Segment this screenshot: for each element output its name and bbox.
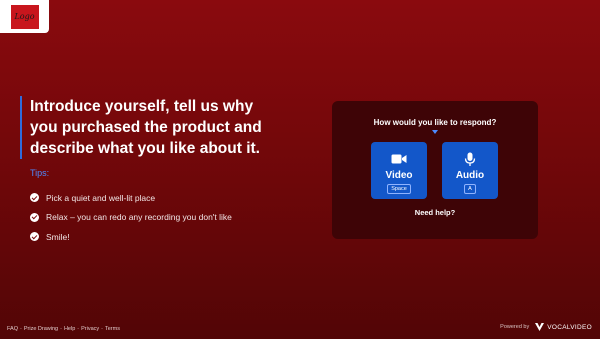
check-circle-icon xyxy=(30,212,39,222)
powered-by: Powered by VOCALVIDEO xyxy=(500,323,592,331)
microphone-icon xyxy=(464,152,476,166)
brand-name: VOCALVIDEO xyxy=(547,323,592,331)
tips-label: Tips: xyxy=(30,168,50,178)
tip-item: Smile! xyxy=(30,227,280,247)
footer-link-terms[interactable]: Terms xyxy=(105,326,120,332)
footer-separator: - xyxy=(77,326,80,332)
footer-links: FAQ - Prize Drawing - Help - Privacy - T… xyxy=(7,326,120,332)
tips-list: Pick a quiet and well-lit place Relax – … xyxy=(20,188,280,247)
brand-logo[interactable]: VOCALVIDEO xyxy=(535,323,592,331)
headline-block: Introduce yourself, tell us why you purc… xyxy=(20,96,280,159)
tip-text: Relax – you can redo any recording you d… xyxy=(46,212,232,223)
respond-question: How would you like to respond? xyxy=(373,118,497,127)
prompt-headline: Introduce yourself, tell us why you purc… xyxy=(30,98,262,157)
footer-link-privacy[interactable]: Privacy xyxy=(81,326,99,332)
footer-link-faq[interactable]: FAQ xyxy=(7,326,18,332)
caret-down-icon xyxy=(432,130,438,134)
respond-panel: How would you like to respond? Video Spa… xyxy=(332,101,538,239)
vocalvideo-logo-icon xyxy=(535,323,545,331)
video-option-label: Video xyxy=(385,170,413,181)
tip-text: Smile! xyxy=(46,231,70,242)
audio-shortcut-key: A xyxy=(464,184,476,194)
audio-option-button[interactable]: Audio A xyxy=(442,142,498,199)
logo[interactable]: Logo xyxy=(0,0,49,33)
logo-text: Logo xyxy=(10,4,39,29)
tip-item: Pick a quiet and well-lit place xyxy=(30,188,280,208)
need-help-link[interactable]: Need help? xyxy=(332,208,538,217)
check-circle-icon xyxy=(30,232,39,242)
footer-separator: - xyxy=(101,326,103,332)
video-option-button[interactable]: Video Space xyxy=(371,142,427,199)
powered-by-text: Powered by xyxy=(500,324,530,330)
video-shortcut-key: Space xyxy=(387,184,411,194)
audio-option-label: Audio xyxy=(455,170,485,181)
footer-link-prize-drawing[interactable]: Prize Drawing xyxy=(24,326,58,332)
intro-section: Introduce yourself, tell us why you purc… xyxy=(20,96,280,247)
footer-separator: - xyxy=(60,326,62,332)
check-circle-icon xyxy=(30,193,39,203)
footer-link-help[interactable]: Help xyxy=(64,326,75,332)
tip-item: Relax – you can redo any recording you d… xyxy=(30,208,280,228)
footer-separator: - xyxy=(20,326,22,332)
tip-text: Pick a quiet and well-lit place xyxy=(46,192,156,203)
video-camera-icon xyxy=(391,152,407,166)
